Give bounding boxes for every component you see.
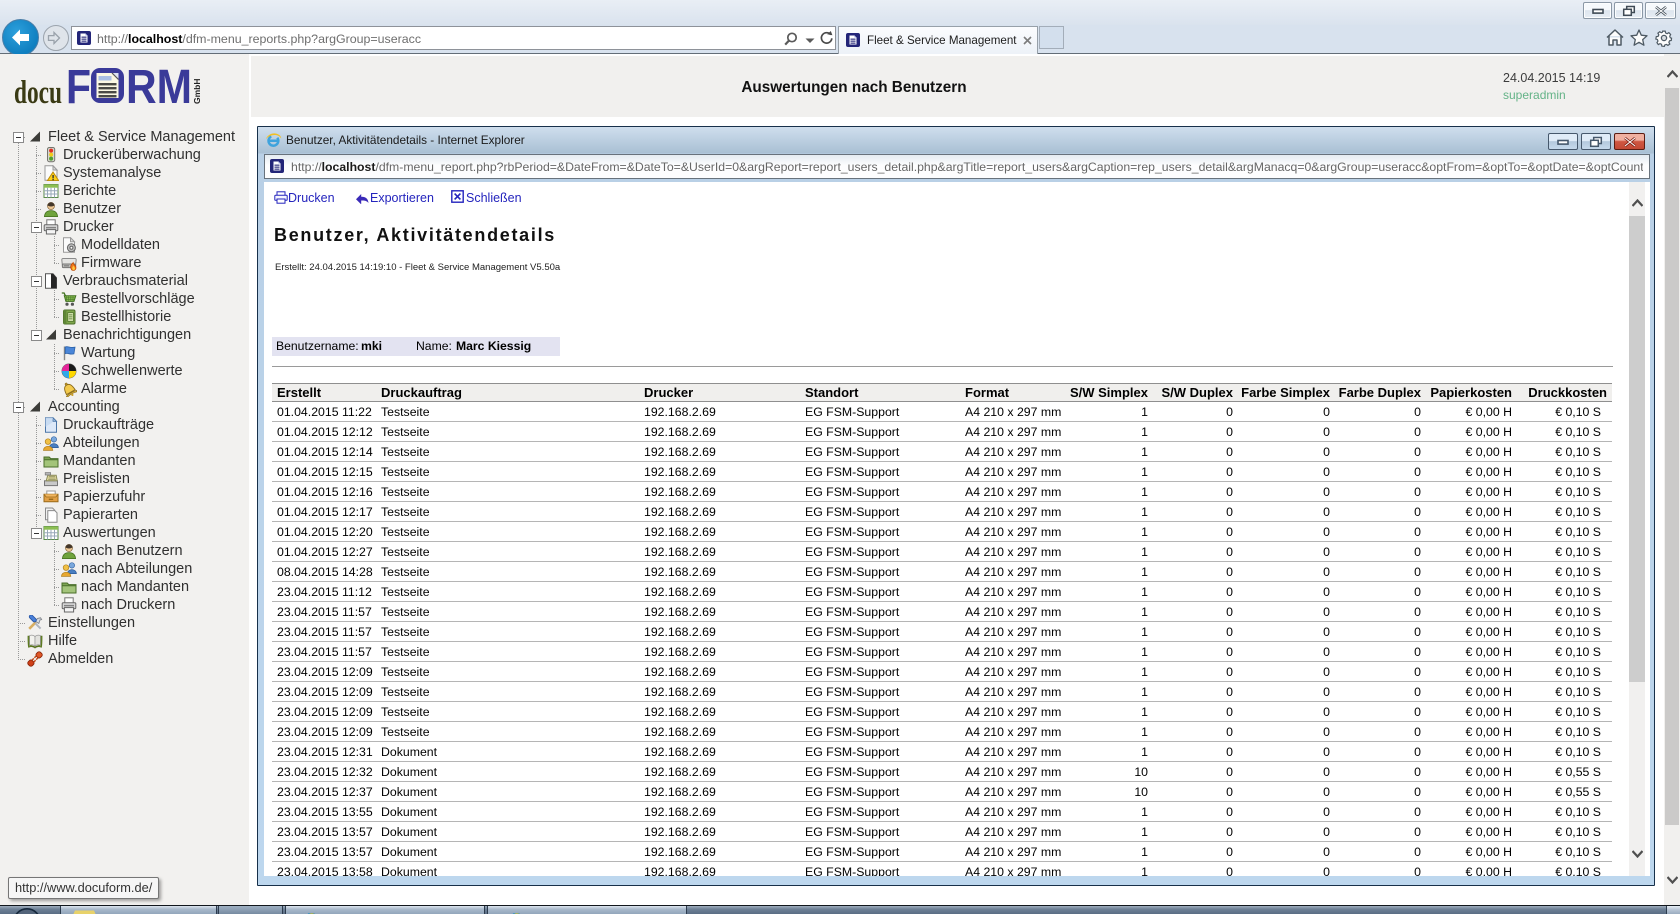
svg-text:docu: docu — [14, 75, 62, 111]
svg-text:F: F — [66, 64, 91, 114]
svg-text:GmbH: GmbH — [192, 79, 202, 105]
svg-text:RM: RM — [126, 64, 192, 114]
